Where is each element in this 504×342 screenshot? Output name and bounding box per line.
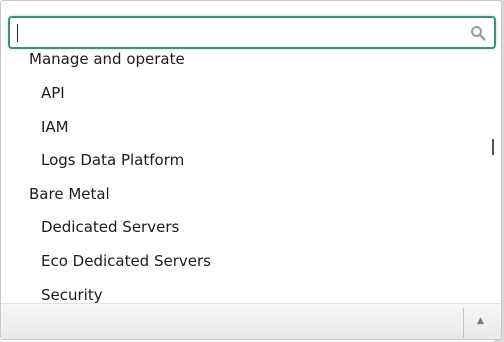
option-logs-data-platform[interactable]: Logs Data Platform [1, 143, 184, 177]
text-caret [17, 24, 18, 42]
group-bare-metal: Bare Metal [29, 185, 110, 203]
dropdown-panel: Manage and operate API IAM Logs Data Pla… [0, 0, 502, 340]
option-api[interactable]: API [1, 76, 65, 110]
footer-divider [463, 308, 464, 338]
group-manage-and-operate: Manage and operate [29, 50, 185, 68]
search-icon [471, 26, 486, 41]
option-security[interactable]: Security [1, 278, 103, 303]
scrollbar-thumb[interactable] [492, 139, 494, 155]
search-input[interactable] [10, 18, 470, 47]
chevron-up-icon[interactable]: ▲ [477, 316, 487, 326]
list-scrollbar[interactable] [490, 49, 498, 303]
option-eco-dedicated-servers[interactable]: Eco Dedicated Servers [1, 244, 211, 278]
option-iam[interactable]: IAM [1, 110, 69, 144]
search-box[interactable] [8, 16, 496, 49]
options-list: Manage and operate API IAM Logs Data Pla… [1, 49, 491, 303]
dropdown-footer: ▲ [1, 303, 501, 339]
option-dedicated-servers[interactable]: Dedicated Servers [1, 210, 179, 244]
